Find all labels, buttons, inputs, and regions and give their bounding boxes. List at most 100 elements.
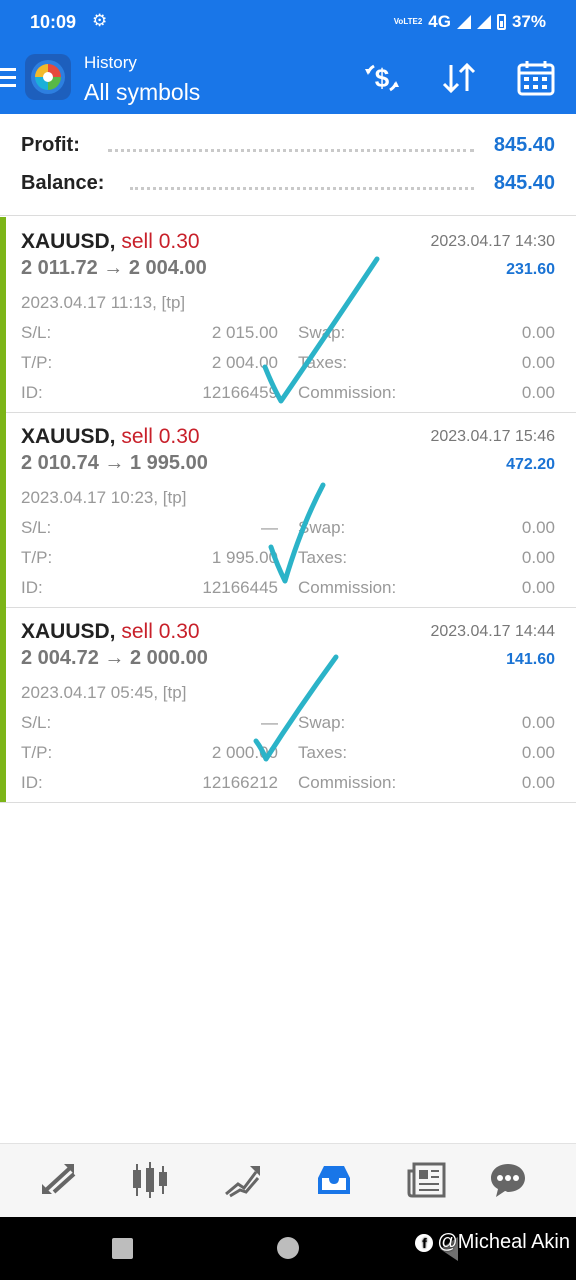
symbol-name: XAUUSD, xyxy=(21,425,116,448)
deal-prices: 2 010.74 → 1 995.00 xyxy=(21,452,208,474)
network-label: 4G xyxy=(428,12,451,31)
tp-value: 1 995.00 xyxy=(211,548,278,567)
deal-symbol: XAUUSD, sell 0.30 xyxy=(21,620,200,644)
id-value: 12166459 xyxy=(202,383,278,402)
open-info: 2023.04.17 10:23, [tp] xyxy=(21,488,187,507)
signal-icon xyxy=(456,15,471,29)
deal-status-bar xyxy=(0,412,6,607)
swap-value: 0.00 xyxy=(521,518,555,537)
id-label: ID: xyxy=(21,578,43,597)
swap-value: 0.00 xyxy=(521,713,555,732)
calendar-icon[interactable] xyxy=(514,58,558,98)
profit-row: Profit: 845.40 xyxy=(0,130,576,162)
sl-label: S/L: xyxy=(21,713,52,732)
svg-text:$: $ xyxy=(375,63,390,93)
currency-exchange-icon[interactable]: $ xyxy=(360,58,404,98)
chat-icon[interactable] xyxy=(485,1158,531,1202)
commission-value: 0.00 xyxy=(521,578,555,597)
trade-icon[interactable] xyxy=(219,1158,265,1202)
taxes-label: Taxes: xyxy=(298,353,348,372)
tp-label: T/P: xyxy=(21,548,53,567)
profit-value: 845.40 xyxy=(493,134,555,156)
deal-prices: 2 011.72 → 2 004.00 xyxy=(21,257,207,279)
status-time: 10:09 xyxy=(30,12,77,32)
symbol-name: XAUUSD, xyxy=(21,230,116,253)
deal-side: sell 0.30 xyxy=(121,230,200,253)
watermark-text: @Micheal Akin xyxy=(437,1231,570,1253)
commission-label: Commission: xyxy=(298,773,397,792)
recents-button[interactable] xyxy=(112,1238,133,1259)
signal-icon-2 xyxy=(476,15,491,29)
sl-value: — xyxy=(261,518,278,537)
open-info: 2023.04.17 05:45, [tp] xyxy=(21,683,187,702)
taxes-value: 0.00 xyxy=(521,353,555,372)
bottom-navigation xyxy=(0,1143,576,1217)
deal-symbol: XAUUSD, sell 0.30 xyxy=(21,425,200,449)
swap-label: Swap: xyxy=(298,713,346,732)
commission-label: Commission: xyxy=(298,578,397,597)
close-time: 2023.04.17 14:44 xyxy=(430,623,555,640)
profit-label: Profit: xyxy=(21,134,80,156)
deal-profit: 141.60 xyxy=(506,651,555,668)
sl-label: S/L: xyxy=(21,323,52,342)
deal-item[interactable]: XAUUSD, sell 0.30 2023.04.17 14:44 2 004… xyxy=(0,607,576,802)
commission-value: 0.00 xyxy=(521,383,555,402)
tp-value: 2 004.00 xyxy=(211,353,278,372)
deal-item[interactable]: XAUUSD, sell 0.30 2023.04.17 15:46 2 010… xyxy=(0,412,576,607)
taxes-value: 0.00 xyxy=(521,548,555,567)
sort-icon[interactable] xyxy=(437,58,481,98)
deal-item[interactable]: XAUUSD, sell 0.30 2023.04.17 14:30 2 011… xyxy=(0,217,576,412)
system-navigation: f @Micheal Akin xyxy=(0,1217,576,1280)
app-bar: History All symbols $ xyxy=(0,44,576,114)
id-value: 12166212 xyxy=(202,773,278,792)
deal-profit: 472.20 xyxy=(506,456,555,473)
balance-label: Balance: xyxy=(21,172,105,194)
id-value: 12166445 xyxy=(202,578,278,597)
open-info: 2023.04.17 11:13, [tp] xyxy=(21,293,186,312)
app-logo xyxy=(25,54,71,100)
status-bar: 10:09 ⚙ VoLTE2 4G 37% xyxy=(0,0,576,44)
battery-percent: 37% xyxy=(511,12,546,31)
news-icon[interactable] xyxy=(403,1158,449,1202)
screen-title: History xyxy=(84,53,137,72)
deal-side: sell 0.30 xyxy=(121,620,200,643)
swap-value: 0.00 xyxy=(521,323,555,342)
chart-icon[interactable] xyxy=(127,1158,173,1202)
close-time: 2023.04.17 15:46 xyxy=(430,428,555,445)
tp-label: T/P: xyxy=(21,353,53,372)
sl-value: 2 015.00 xyxy=(211,323,278,342)
taxes-value: 0.00 xyxy=(521,743,555,762)
balance-dots xyxy=(130,176,474,190)
id-label: ID: xyxy=(21,383,43,402)
battery-icon xyxy=(496,14,506,30)
profit-dots xyxy=(108,138,474,152)
status-indicators: VoLTE2 4G 37% xyxy=(394,12,546,32)
tp-value: 2 000.00 xyxy=(211,743,278,762)
divider xyxy=(0,215,576,216)
tp-label: T/P: xyxy=(21,743,53,762)
taxes-label: Taxes: xyxy=(298,548,348,567)
deal-status-bar xyxy=(0,217,6,412)
balance-row: Balance: 845.40 xyxy=(0,168,576,200)
history-icon[interactable] xyxy=(311,1158,357,1202)
menu-icon[interactable] xyxy=(0,68,16,92)
volte-icon: VoLTE2 xyxy=(393,17,423,26)
deal-side: sell 0.30 xyxy=(121,425,200,448)
swap-label: Swap: xyxy=(298,518,346,537)
balance-value: 845.40 xyxy=(493,172,555,194)
symbol-name: XAUUSD, xyxy=(21,620,116,643)
commission-label: Commission: xyxy=(298,383,397,402)
watermark: f @Micheal Akin xyxy=(415,1231,570,1254)
swap-label: Swap: xyxy=(298,323,346,342)
divider xyxy=(0,802,576,803)
deal-profit: 231.60 xyxy=(506,261,555,278)
commission-value: 0.00 xyxy=(521,773,555,792)
facebook-icon: f xyxy=(415,1233,434,1252)
taxes-label: Taxes: xyxy=(298,743,348,762)
sl-label: S/L: xyxy=(21,518,52,537)
symbol-filter[interactable]: All symbols xyxy=(84,79,200,106)
sl-value: — xyxy=(261,713,278,732)
quotes-icon[interactable] xyxy=(35,1158,81,1202)
settings-gear-icon: ⚙ xyxy=(92,11,108,30)
home-button[interactable] xyxy=(277,1237,299,1259)
